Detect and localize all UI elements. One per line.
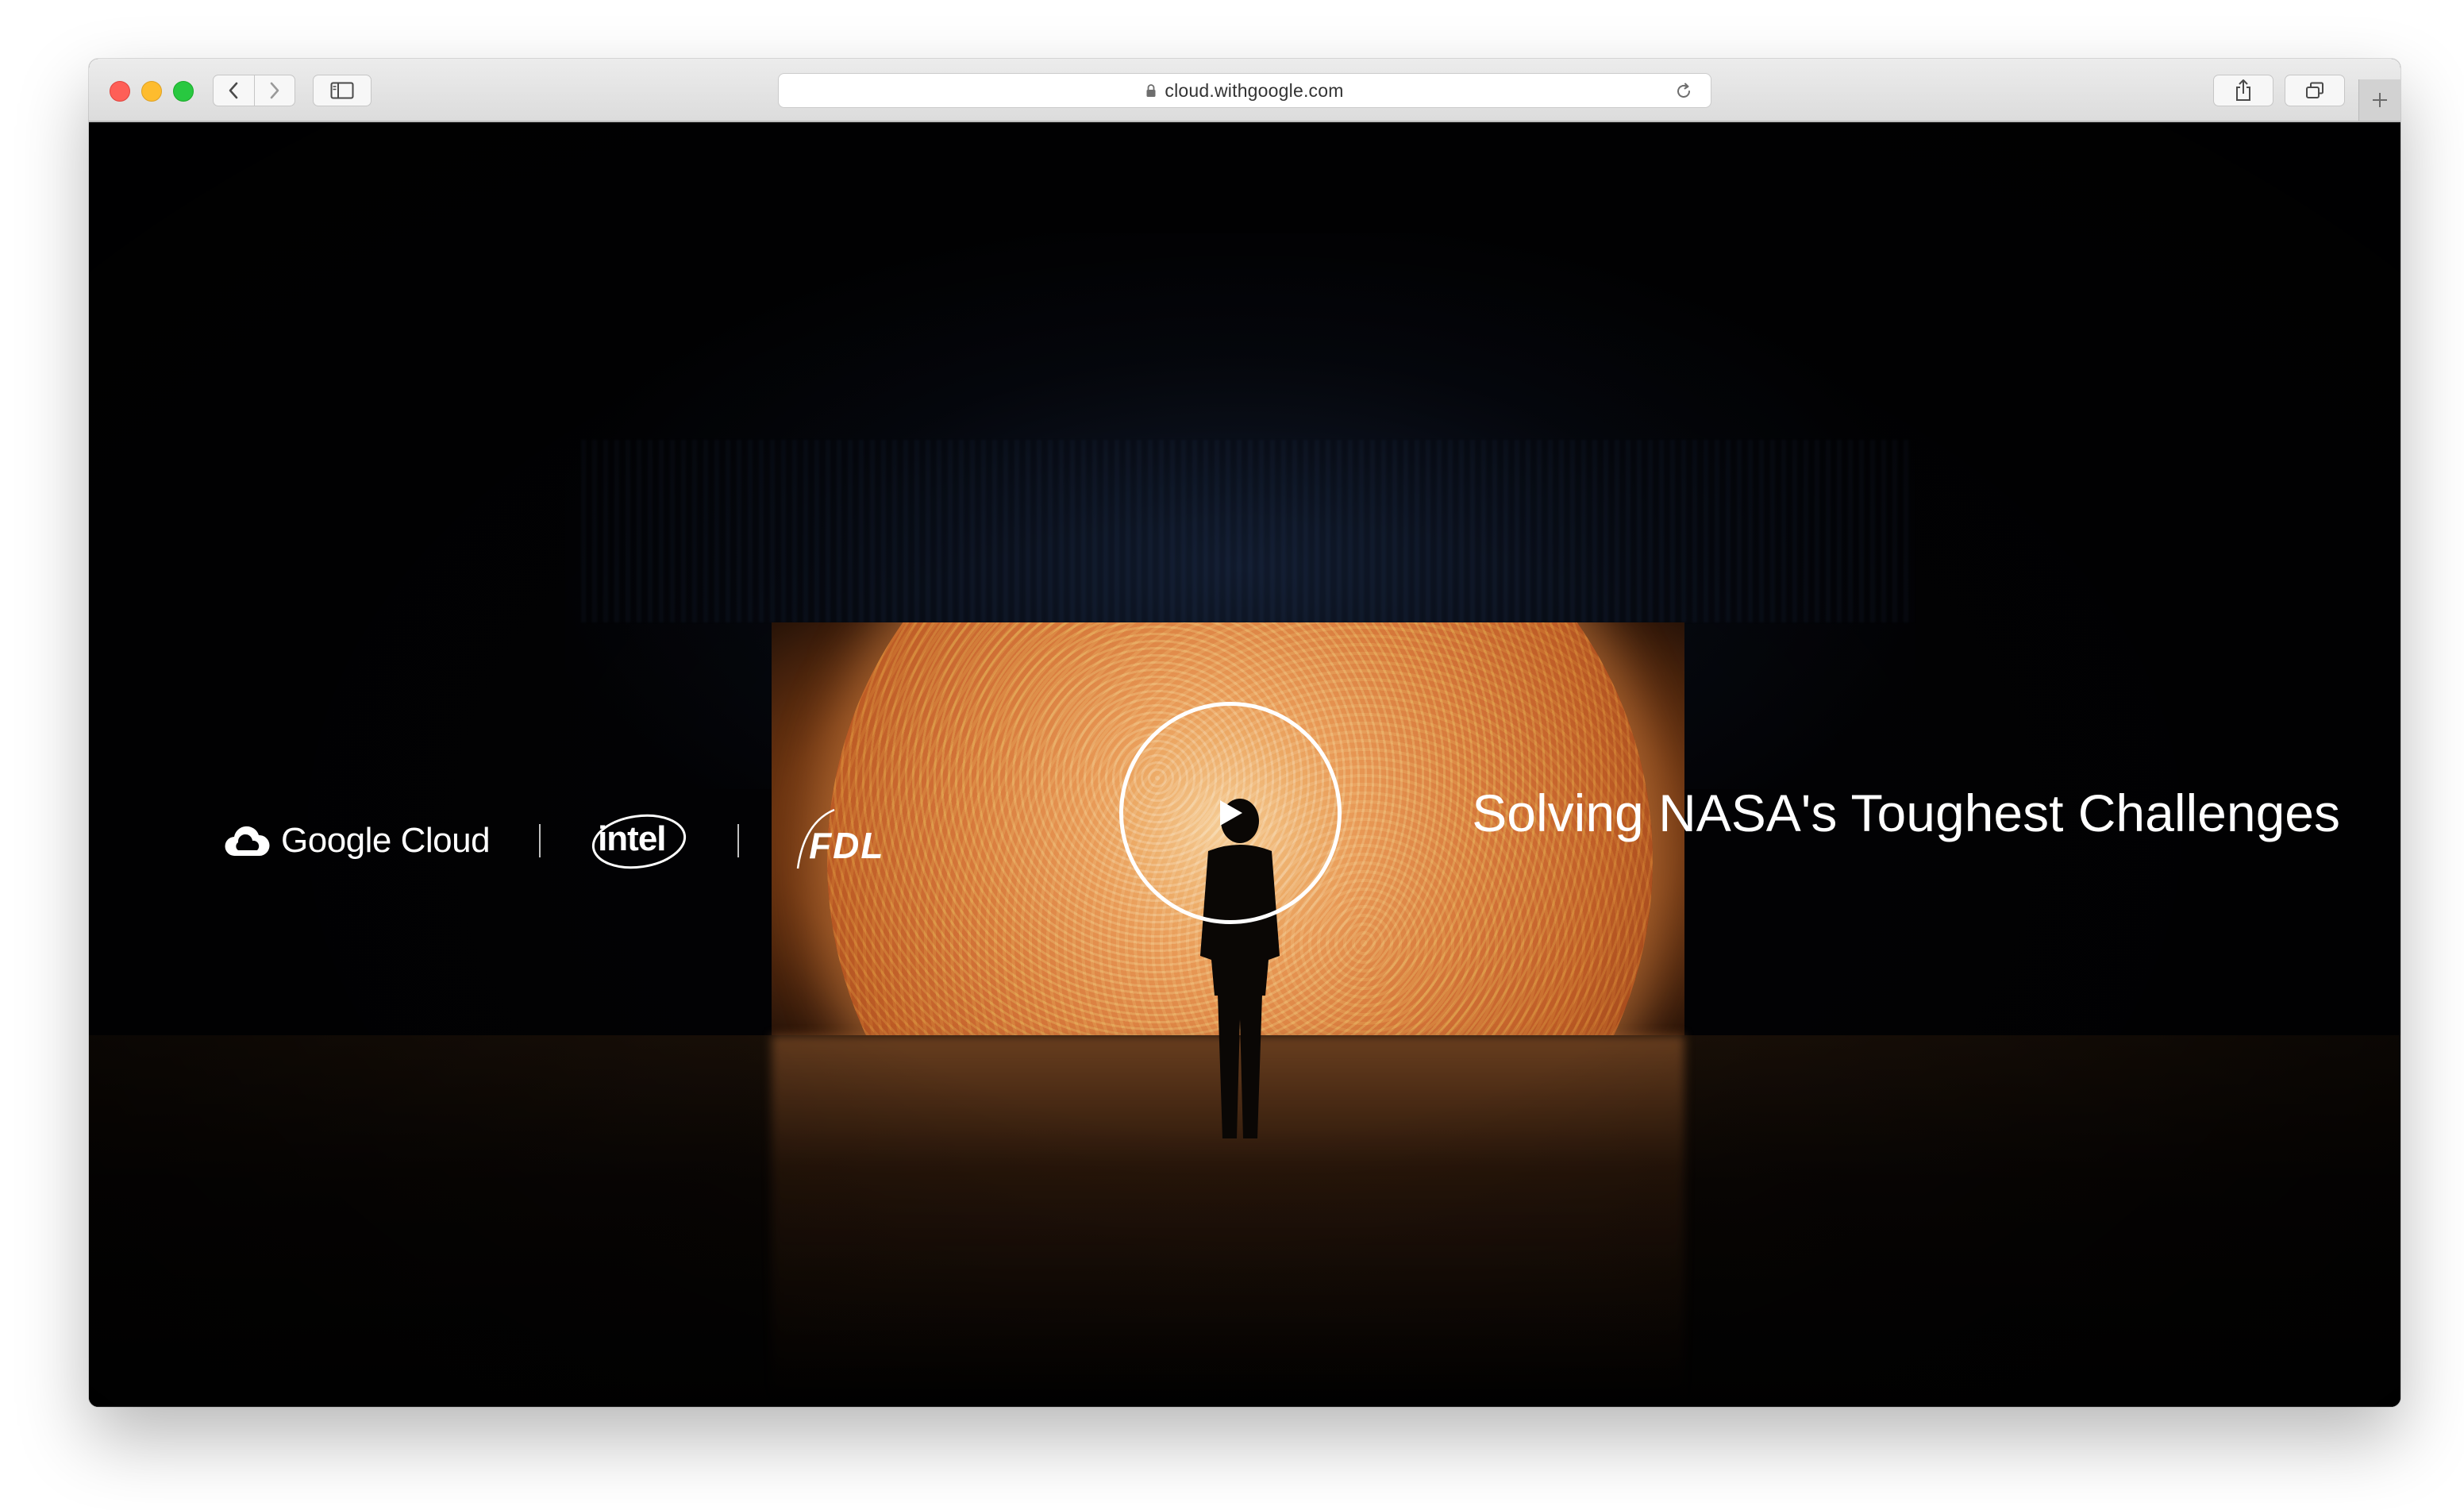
- fdl-wordmark: FDL: [809, 825, 885, 866]
- intel-wordmark: intel: [598, 819, 666, 858]
- chevron-left-icon: [229, 82, 238, 99]
- chevron-right-icon: [270, 82, 279, 99]
- address-url: cloud.withgoogle.com: [1165, 79, 1344, 101]
- reload-icon: [1677, 83, 1690, 98]
- navigation-buttons: [213, 75, 295, 106]
- browser-toolbar: cloud.withgoogle.com: [89, 59, 2400, 122]
- fdl-logo: FDL: [788, 807, 891, 875]
- google-cloud-logo: Google Cloud: [224, 821, 491, 861]
- hero-video: Google Cloud intel FDL Solving NASA's To…: [89, 122, 2400, 1407]
- minimize-window-button[interactable]: [141, 81, 162, 102]
- sidebar-icon: [330, 82, 354, 99]
- partner-logos: Google Cloud intel FDL: [224, 797, 891, 884]
- logo-divider: [539, 824, 541, 857]
- play-icon: [1220, 800, 1242, 826]
- address-bar[interactable]: cloud.withgoogle.com: [778, 73, 1711, 108]
- logo-divider: [737, 824, 740, 857]
- intel-logo: intel: [590, 807, 688, 875]
- cloud-icon: [225, 826, 270, 857]
- lock-icon: [1145, 83, 1157, 98]
- tabs-overview-icon: [2306, 82, 2323, 98]
- sidebar-toggle-button[interactable]: [313, 75, 372, 106]
- zoom-window-button[interactable]: [173, 81, 194, 102]
- forward-button[interactable]: [253, 75, 295, 106]
- plus-icon: [2373, 93, 2387, 107]
- new-tab-button[interactable]: [2358, 79, 2400, 121]
- share-icon: [2236, 79, 2250, 101]
- back-button[interactable]: [214, 75, 254, 106]
- google-cloud-wordmark: Google Cloud: [281, 821, 491, 860]
- browser-window: cloud.withgoogle.com Google Cloud intel …: [89, 59, 2400, 1407]
- reload-button[interactable]: [1674, 82, 1693, 101]
- tabs-overview-button[interactable]: [2285, 75, 2345, 106]
- hero-headline: Solving NASA's Toughest Challenges: [1472, 784, 2340, 842]
- play-video-button[interactable]: [1119, 702, 1342, 924]
- close-window-button[interactable]: [110, 81, 130, 102]
- share-button[interactable]: [2213, 75, 2273, 106]
